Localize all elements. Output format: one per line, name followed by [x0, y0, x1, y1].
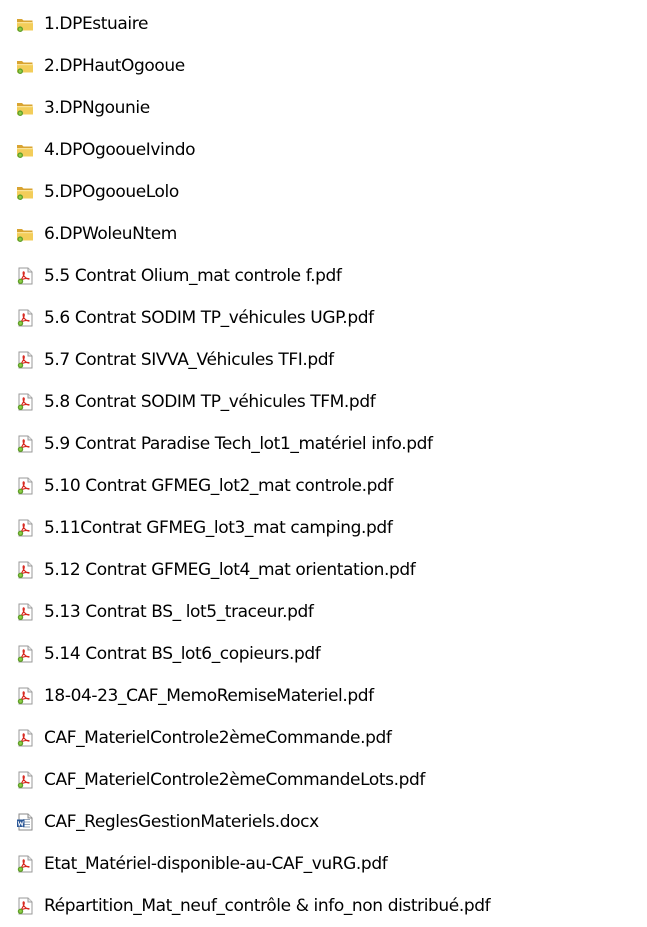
file-item[interactable]: 5.6 Contrat SODIM TP_véhicules UGP.pdf: [0, 297, 647, 339]
file-item[interactable]: 5.12 Contrat GFMEG_lot4_mat orientation.…: [0, 549, 647, 591]
file-name-label: 5.14 Contrat BS_lot6_copieurs.pdf: [44, 644, 321, 664]
file-name-label: 5.11Contrat GFMEG_lot3_mat camping.pdf: [44, 518, 393, 538]
file-name-label: 2.DPHautOgooue: [44, 56, 185, 76]
file-name-label: 5.6 Contrat SODIM TP_véhicules UGP.pdf: [44, 308, 374, 328]
file-name-label: CAF_MaterielControle2èmeCommande.pdf: [44, 728, 392, 748]
file-name-label: CAF_ReglesGestionMateriels.docx: [44, 812, 319, 832]
pdf-file-icon: [16, 855, 34, 873]
folder-icon: [16, 141, 34, 159]
file-item[interactable]: 5.14 Contrat BS_lot6_copieurs.pdf: [0, 633, 647, 675]
pdf-file-icon: [16, 435, 34, 453]
file-name-label: 5.10 Contrat GFMEG_lot2_mat controle.pdf: [44, 476, 393, 496]
pdf-file-icon: [16, 561, 34, 579]
file-name-label: CAF_MaterielControle2èmeCommandeLots.pdf: [44, 770, 425, 790]
folder-icon: [16, 183, 34, 201]
file-item[interactable]: 5.13 Contrat BS_ lot5_traceur.pdf: [0, 591, 647, 633]
file-item[interactable]: CAF_MaterielControle2èmeCommandeLots.pdf: [0, 759, 647, 801]
file-item[interactable]: 5.8 Contrat SODIM TP_véhicules TFM.pdf: [0, 381, 647, 423]
file-list: 1.DPEstuaire 2.DPHautOgooue 3.DPNgounie …: [0, 3, 647, 927]
pdf-file-icon: [16, 645, 34, 663]
pdf-file-icon: [16, 771, 34, 789]
folder-icon: [16, 225, 34, 243]
pdf-file-icon: [16, 309, 34, 327]
folder-icon: [16, 15, 34, 33]
pdf-file-icon: [16, 729, 34, 747]
folder-item[interactable]: 6.DPWoleuNtem: [0, 213, 647, 255]
file-item[interactable]: 5.10 Contrat GFMEG_lot2_mat controle.pdf: [0, 465, 647, 507]
file-item[interactable]: Répartition_Mat_neuf_contrôle & info_non…: [0, 885, 647, 927]
file-item[interactable]: Etat_Matériel-disponible-au-CAF_vuRG.pdf: [0, 843, 647, 885]
pdf-file-icon: [16, 897, 34, 915]
file-name-label: Répartition_Mat_neuf_contrôle & info_non…: [44, 896, 491, 916]
file-name-label: 5.5 Contrat Olium_mat controle f.pdf: [44, 266, 342, 286]
file-item[interactable]: 5.5 Contrat Olium_mat controle f.pdf: [0, 255, 647, 297]
folder-item[interactable]: 1.DPEstuaire: [0, 3, 647, 45]
folder-icon: [16, 57, 34, 75]
folder-item[interactable]: 4.DPOgooueIvindo: [0, 129, 647, 171]
pdf-file-icon: [16, 477, 34, 495]
file-name-label: Etat_Matériel-disponible-au-CAF_vuRG.pdf: [44, 854, 388, 874]
pdf-file-icon: [16, 393, 34, 411]
file-item[interactable]: 5.7 Contrat SIVVA_Véhicules TFI.pdf: [0, 339, 647, 381]
file-item[interactable]: 18-04-23_CAF_MemoRemiseMateriel.pdf: [0, 675, 647, 717]
file-name-label: 1.DPEstuaire: [44, 14, 149, 34]
word-document-icon: [16, 813, 34, 831]
folder-item[interactable]: 2.DPHautOgooue: [0, 45, 647, 87]
file-item[interactable]: CAF_ReglesGestionMateriels.docx: [0, 801, 647, 843]
file-name-label: 5.12 Contrat GFMEG_lot4_mat orientation.…: [44, 560, 416, 580]
file-name-label: 4.DPOgooueIvindo: [44, 140, 196, 160]
file-name-label: 5.7 Contrat SIVVA_Véhicules TFI.pdf: [44, 350, 334, 370]
file-name-label: 5.13 Contrat BS_ lot5_traceur.pdf: [44, 602, 314, 622]
file-name-label: 5.9 Contrat Paradise Tech_lot1_matériel …: [44, 434, 433, 454]
folder-item[interactable]: 5.DPOgooueLolo: [0, 171, 647, 213]
pdf-file-icon: [16, 603, 34, 621]
file-name-label: 18-04-23_CAF_MemoRemiseMateriel.pdf: [44, 686, 374, 706]
file-name-label: 3.DPNgounie: [44, 98, 150, 118]
folder-item[interactable]: 3.DPNgounie: [0, 87, 647, 129]
pdf-file-icon: [16, 687, 34, 705]
pdf-file-icon: [16, 351, 34, 369]
file-name-label: 6.DPWoleuNtem: [44, 224, 177, 244]
file-name-label: 5.DPOgooueLolo: [44, 182, 179, 202]
file-item[interactable]: CAF_MaterielControle2èmeCommande.pdf: [0, 717, 647, 759]
file-name-label: 5.8 Contrat SODIM TP_véhicules TFM.pdf: [44, 392, 376, 412]
file-item[interactable]: 5.9 Contrat Paradise Tech_lot1_matériel …: [0, 423, 647, 465]
pdf-file-icon: [16, 267, 34, 285]
folder-icon: [16, 99, 34, 117]
pdf-file-icon: [16, 519, 34, 537]
file-item[interactable]: 5.11Contrat GFMEG_lot3_mat camping.pdf: [0, 507, 647, 549]
